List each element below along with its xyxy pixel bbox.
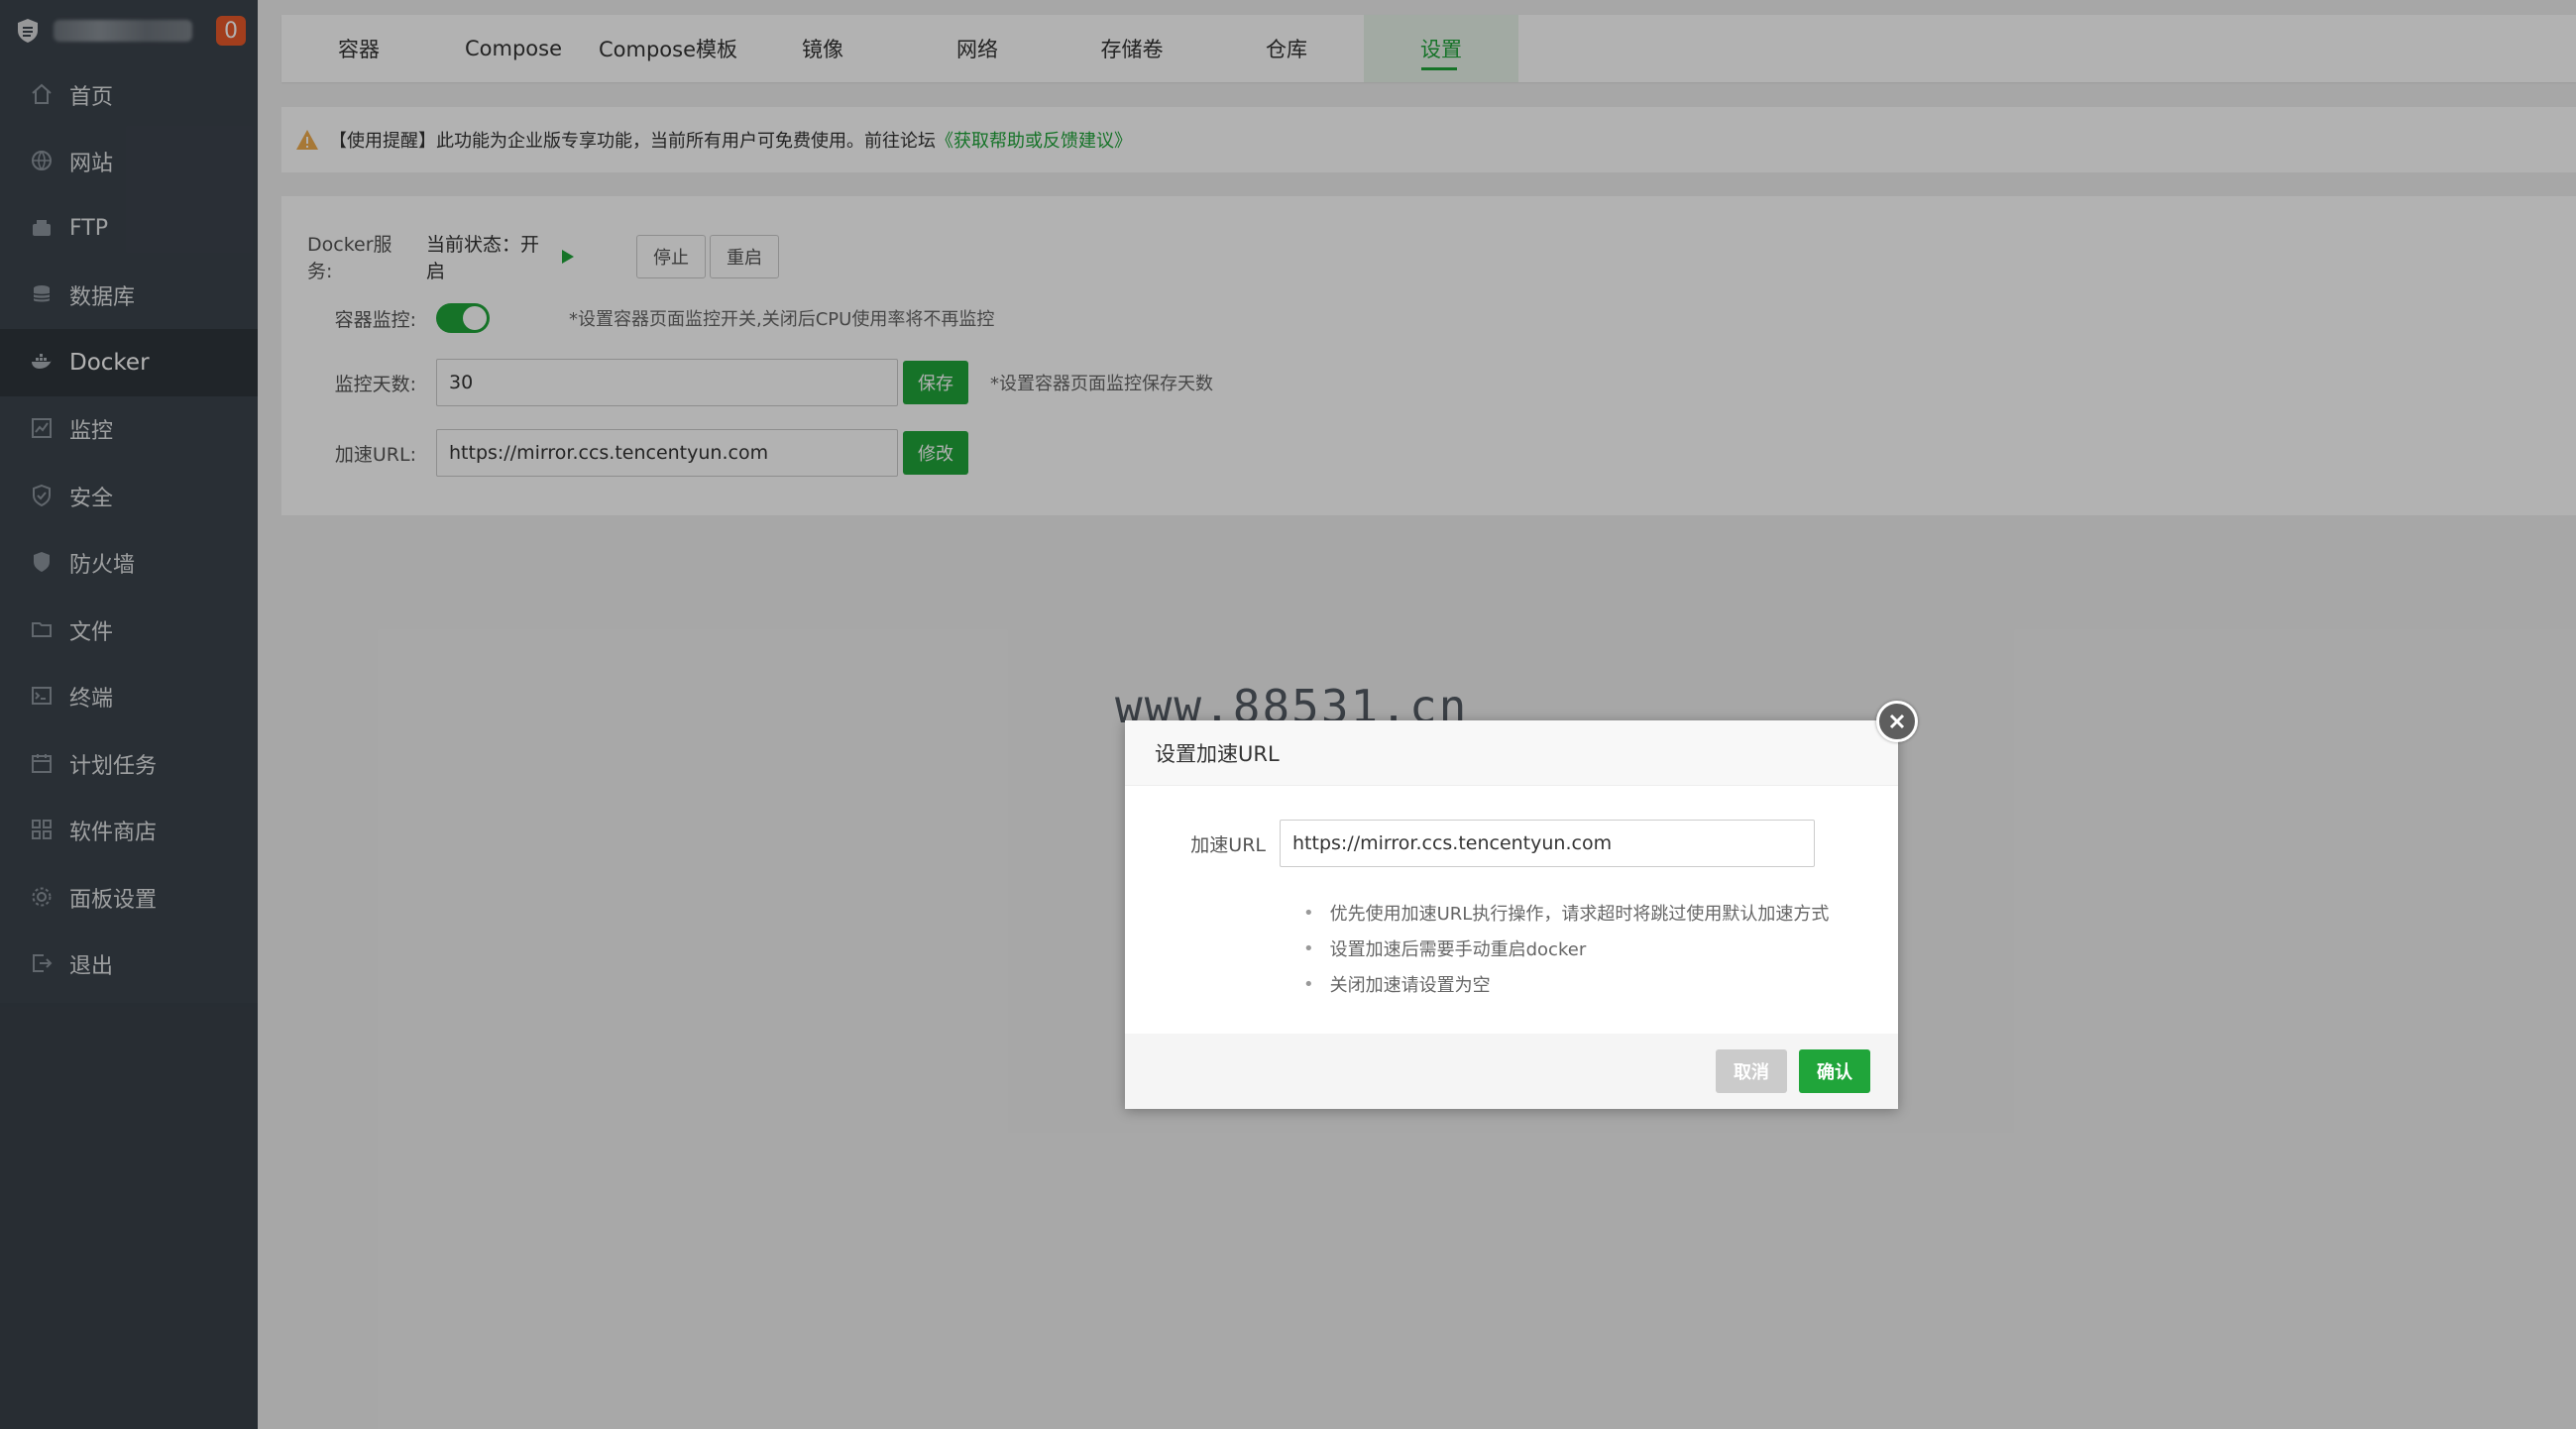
close-button[interactable] xyxy=(1876,701,1918,742)
tip-item: 设置加速后需要手动重启docker xyxy=(1303,931,1829,966)
dialog-title: 设置加速URL xyxy=(1125,720,1898,786)
tip-item: 优先使用加速URL执行操作，请求超时将跳过使用默认加速方式 xyxy=(1303,895,1830,931)
confirm-button[interactable]: 确认 xyxy=(1799,1049,1870,1093)
dialog-url-input[interactable]: https://mirror.ccs.tencentyun.com xyxy=(1280,820,1815,867)
close-icon xyxy=(1888,713,1906,730)
tip-item: 关闭加速请设置为空 xyxy=(1303,966,1829,1002)
app-root: 0 首页 网站 FTP 数据库 Docker 监控 安全 防火墙 文件 终端 计… xyxy=(0,0,2576,1429)
dialog-url-label: 加速URL xyxy=(1190,833,1266,856)
acceleration-url-dialog: 设置加速URL 加速URL https://mirror.ccs.tencent… xyxy=(1125,701,1918,1109)
dialog-footer: 取消 确认 xyxy=(1125,1034,1898,1109)
dialog-tips: 优先使用加速URL执行操作，请求超时将跳过使用默认加速方式 设置加速后需要手动重… xyxy=(1303,895,1830,1002)
cancel-button[interactable]: 取消 xyxy=(1716,1049,1787,1093)
dialog-url-field: 加速URL https://mirror.ccs.tencentyun.com xyxy=(1180,820,1815,867)
